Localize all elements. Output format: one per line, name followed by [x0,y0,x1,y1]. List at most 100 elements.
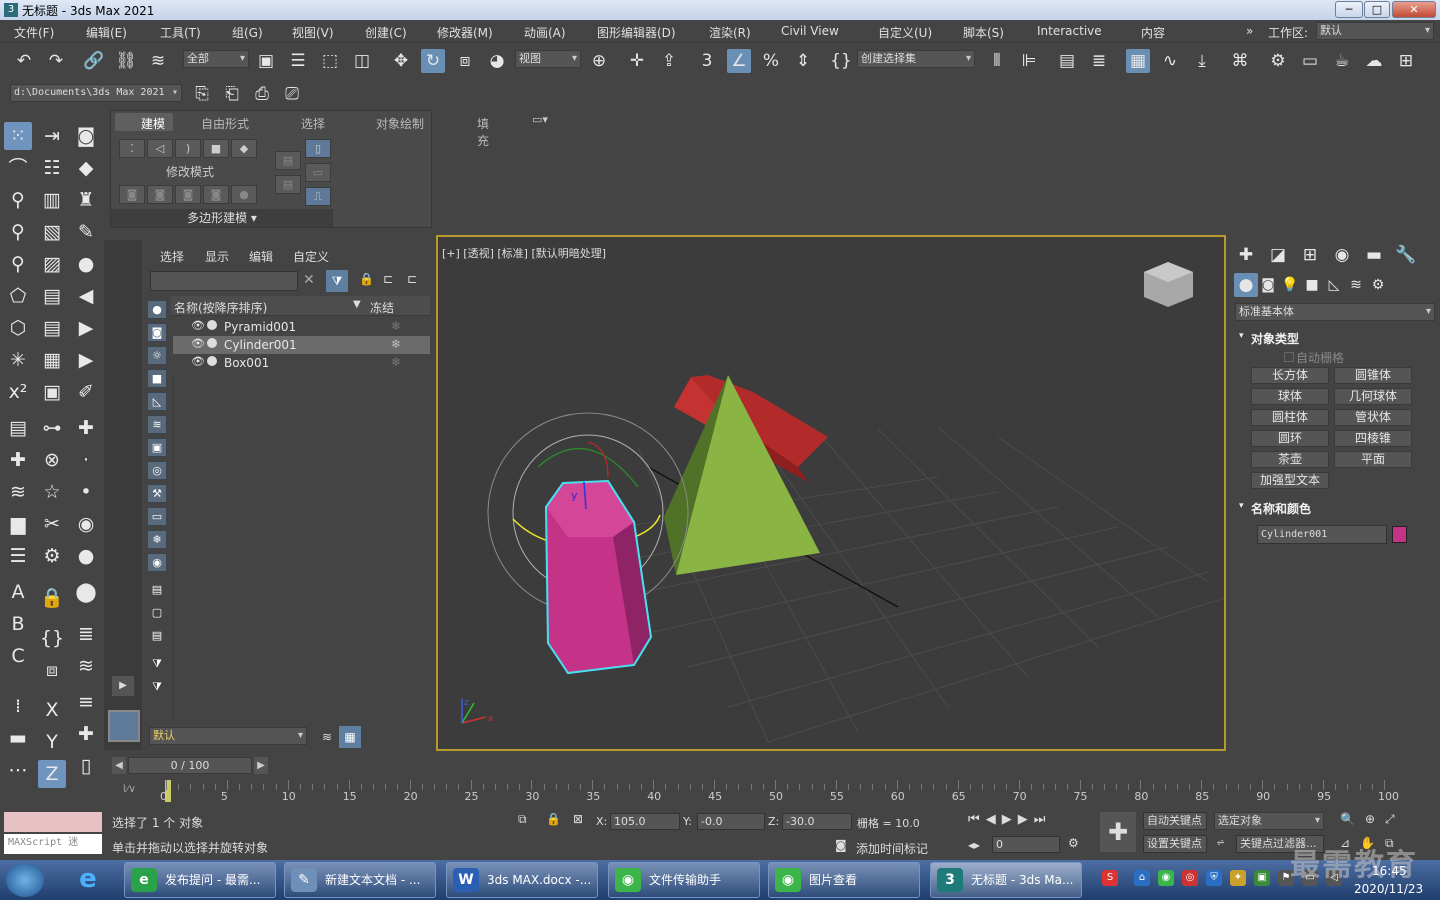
layer-explorer-icon[interactable]: ▤ [1055,49,1079,73]
filter-none-icon[interactable]: ▢ [147,604,167,623]
filter-containers-icon[interactable]: ▭ [147,507,167,526]
sort-arrow-icon[interactable]: ▼ [353,299,361,310]
filter-shapes-icon[interactable]: ◙ [147,323,167,342]
ribbon-options-icon[interactable]: ▭▾ [532,113,548,126]
render-dot-icon[interactable] [207,338,217,348]
eyedropper-icon[interactable]: ✐ [72,378,100,406]
shape-icon[interactable]: ◆ [72,154,100,182]
add-time-tag[interactable]: 添加时间标记 [856,840,928,857]
ribbon-side4-icon[interactable]: ▭ [305,163,331,182]
filter-helpers-icon[interactable]: ◺ [147,392,167,411]
tube-button[interactable]: 管状体 [1334,409,1412,426]
cylinder-button[interactable]: 圆柱体 [1251,409,1329,426]
time-tag-icon[interactable]: ◙ [835,838,847,852]
play-tool-icon[interactable]: ▶ [72,314,100,342]
select-object-icon[interactable]: ▣ [254,49,278,73]
motion-tab-icon[interactable]: ◉ [1330,243,1354,267]
y-coord-field[interactable]: -0.0 [697,813,765,830]
filter-spacewarps-icon[interactable]: ≋ [147,415,167,434]
task-item[interactable]: ✎ 新建文本文档 - ... [284,862,436,898]
render-tool-icon[interactable]: ◙ [72,122,100,150]
pyramid-button[interactable]: 四棱锥 [1334,430,1412,447]
border-mode-icon[interactable]: ) [175,139,201,158]
layer-dropdown[interactable]: 默认 [149,727,307,745]
task-item[interactable]: e 发布提问 - 最需... [124,862,276,898]
menu-tools[interactable]: 工具(T) [160,24,201,41]
ribbon-tool5-icon[interactable]: ● [231,185,257,204]
window-crossing-icon[interactable]: ◫ [350,49,374,73]
render-frame-icon[interactable]: ▭ [1298,49,1322,73]
axis-y-icon[interactable]: Y [38,728,66,756]
viewport-layout-icon[interactable] [108,710,140,742]
star-icon[interactable]: ☆ [38,478,66,506]
sphere-button[interactable]: 球体 [1251,388,1329,405]
select-by-name-icon[interactable]: ☰ [286,49,310,73]
menu-create[interactable]: 创建(C) [365,24,407,41]
isolate-icon[interactable]: ✳ [4,346,32,374]
systems-category-icon[interactable]: ⚙ [1366,273,1390,297]
text-c-icon[interactable]: C [4,642,32,670]
play-next-icon[interactable]: ▶ [72,346,100,374]
explorer-menu-edit[interactable]: 编辑 [249,248,273,265]
menu-edit[interactable]: 编辑(E) [86,24,127,41]
freeze-icon[interactable]: ❄ [391,355,401,369]
render-production-icon[interactable]: ☕ [1330,49,1354,73]
spinner-snap-icon[interactable]: ⇕ [791,49,815,73]
tab-populate[interactable]: 填充 [477,115,489,149]
prev-frame-icon[interactable]: ◀ [112,757,126,774]
bind-spacewarp-icon[interactable]: ≋ [146,49,170,73]
cube-icon[interactable]: ⧈ [38,656,66,684]
ribbon-side5-icon[interactable]: ⎍ [305,187,331,206]
tab-selection[interactable]: 选择 [301,115,325,132]
task-item[interactable]: W 3ds MAX.docx -... [446,862,598,898]
playback-controls[interactable]: ⏮◀▶▶⏭ [968,812,1051,827]
utilities-tab-icon[interactable]: 🔧 [1394,243,1418,267]
unlink-icon[interactable]: ⛓ [114,49,138,73]
expand-arrow-icon[interactable]: ▶ [112,676,134,696]
dope-sheet-icon[interactable]: ⤓ [1190,49,1214,73]
utilities-icon[interactable]: ▣ [38,378,66,406]
menu-group[interactable]: 组(G) [232,24,263,41]
scale-icon[interactable]: ⧈ [453,49,477,73]
ribbon-side2-icon[interactable]: ▤ [275,175,301,194]
shapes-category-icon[interactable]: ◙ [1256,273,1280,297]
category-dropdown[interactable]: 标准基本体 [1235,303,1435,321]
add-icon[interactable]: ✚ [72,414,100,442]
filter-icon[interactable]: ⧩ [326,270,348,292]
name-column-header[interactable]: 名称(按降序排序) [174,299,267,316]
task-item[interactable]: ◉ 文件传输助手 [608,862,760,898]
render-dot-icon[interactable] [207,356,217,366]
isolate-selection-icon[interactable]: ⧉ [518,812,527,827]
selection-lock-icon[interactable]: 🔒 [546,812,561,826]
menu-rendering[interactable]: 渲染(R) [709,24,751,41]
view-cube[interactable] [1144,262,1193,307]
menu-animation[interactable]: 动画(A) [524,24,566,41]
key-filter-icon[interactable]: ⩫ [1216,836,1225,849]
project-new-icon[interactable]: ⎗ [220,82,244,106]
filter-all-icon[interactable]: ▤ [147,581,167,600]
render-cloud-icon[interactable]: ☁ [1362,49,1386,73]
layers-stack-icon[interactable]: ☰ [4,542,32,570]
menu-interactive[interactable]: Interactive [1037,24,1102,38]
filter-cameras-icon[interactable]: ■ [147,369,167,388]
explorer-row-box[interactable]: 👁 Box001 ❄ [173,354,430,372]
menu-customize[interactable]: 自定义(U) [878,24,932,41]
place-icon[interactable]: ◕ [485,49,509,73]
bone-icon[interactable]: ⊶ [38,414,66,442]
minimize-button[interactable]: ─ [1335,1,1363,18]
brush-icon[interactable]: ✎ [72,218,100,246]
maxscript-listener[interactable] [4,812,102,832]
edge-mode-icon[interactable]: ◁ [147,139,173,158]
ribbon-side3-icon[interactable]: ▯ [305,139,331,158]
ribbon-tool1-icon[interactable]: ◙ [119,185,145,204]
keyboard-shortcut-icon[interactable]: ⇪ [657,49,681,73]
add2-icon[interactable]: ✚ [72,720,100,748]
filter-xrefs-icon[interactable]: ◎ [147,461,167,480]
freeze-column-header[interactable]: 冻结 [370,299,394,316]
spacewarps-category-icon[interactable]: ≋ [1344,273,1368,297]
curve-editor-icon[interactable]: ∿ [1158,49,1182,73]
grid-a-icon[interactable]: ⁞ [4,692,32,720]
viewport-nav-controls[interactable]: 🔍⊕⤢ [1340,812,1405,827]
rect-selection-icon[interactable]: ⬚ [318,49,342,73]
snap-select-icon[interactable]: ⚲ [4,250,32,278]
